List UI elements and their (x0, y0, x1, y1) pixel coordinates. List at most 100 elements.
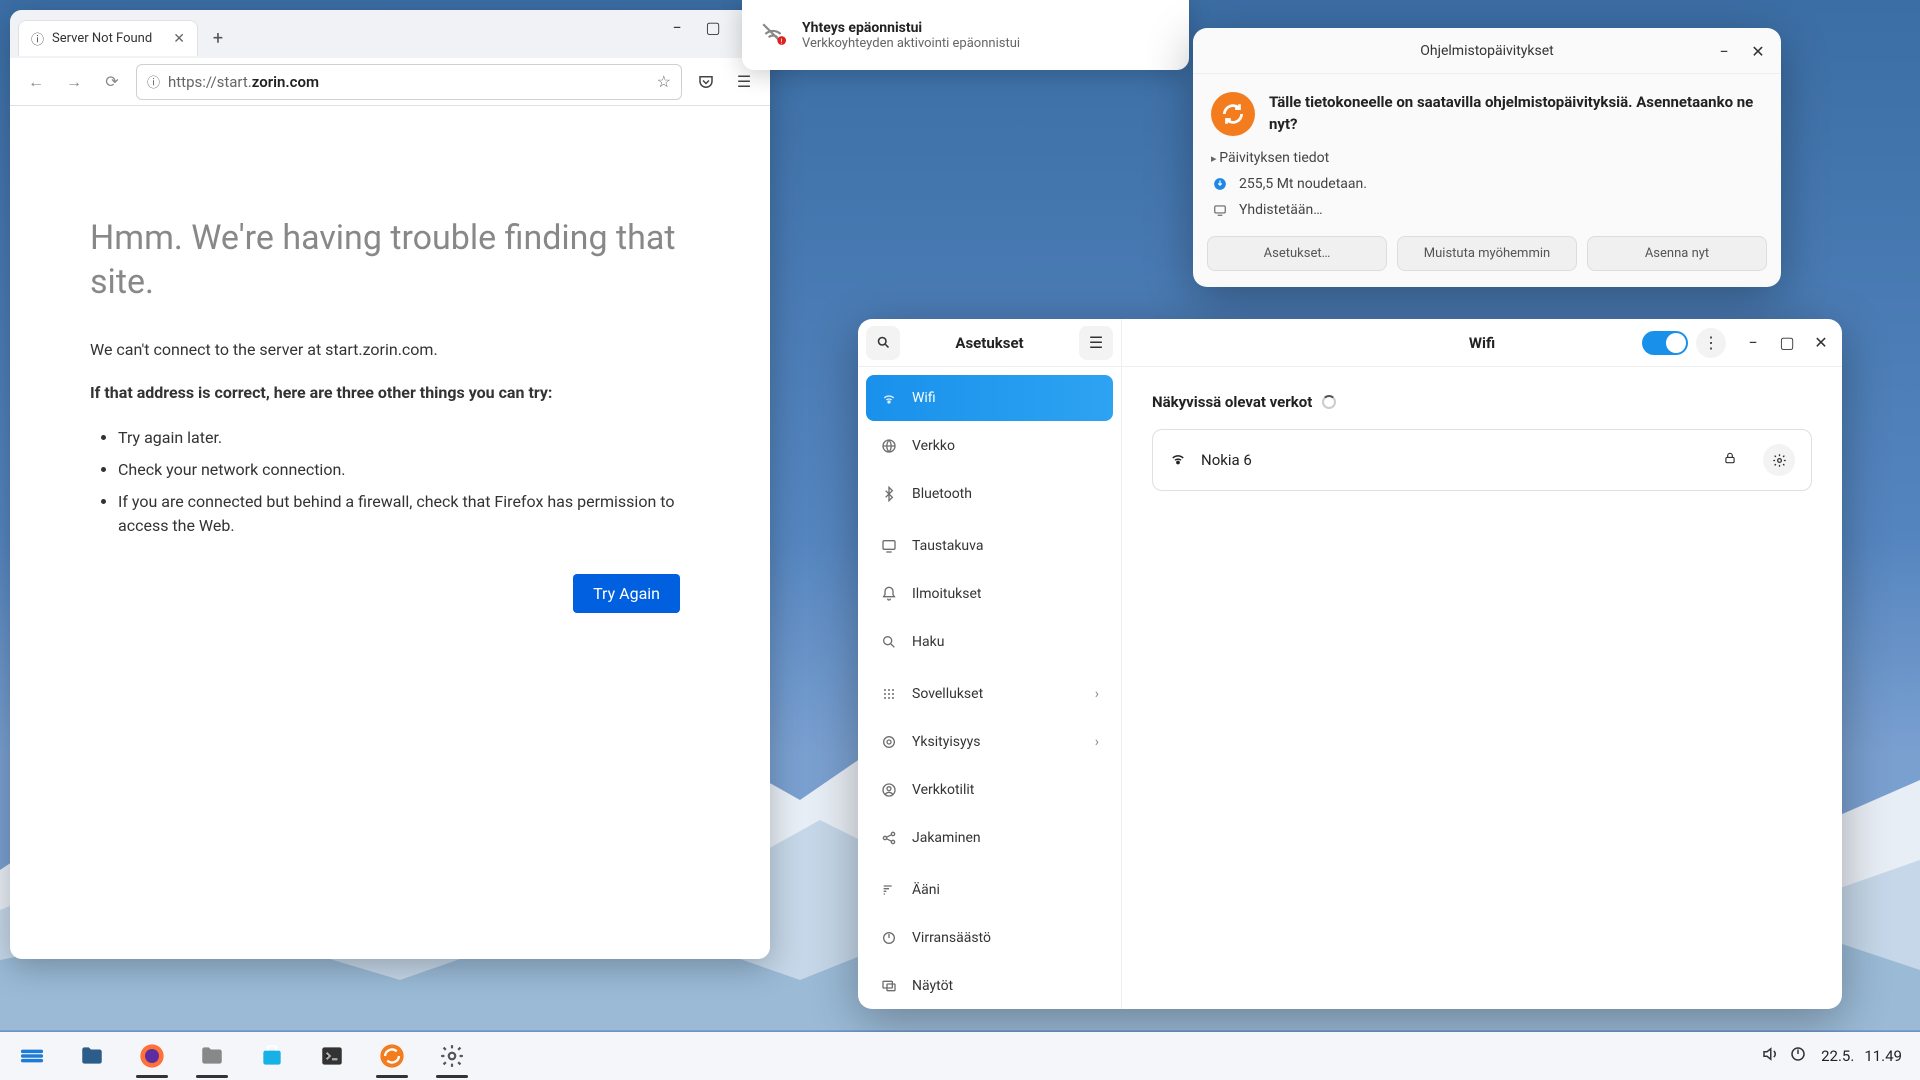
wifi-icon (880, 390, 898, 406)
wifi-toggle[interactable] (1642, 331, 1688, 355)
sound-icon (880, 882, 898, 898)
sidebar-item-bluetooth[interactable]: Bluetooth (866, 471, 1113, 517)
download-size: 255,5 Mt noudetaan. (1239, 176, 1367, 192)
close-tab-icon[interactable]: ✕ (173, 31, 185, 47)
settings-button[interactable]: Asetukset… (1207, 236, 1387, 271)
power-icon[interactable] (1789, 1045, 1807, 1067)
sidebar-item-label: Ilmoitukset (912, 586, 982, 602)
hamburger-icon[interactable]: ☰ (730, 72, 758, 91)
software-updates-dialog: Ohjelmistopäivitykset − ✕ Tälle tietokon… (1193, 28, 1781, 287)
visible-networks-label: Näkyvissä olevat verkot (1152, 393, 1312, 411)
back-icon[interactable]: ← (22, 68, 50, 96)
remind-later-button[interactable]: Muistuta myöhemmin (1397, 236, 1577, 271)
files-manager-icon[interactable] (190, 1034, 234, 1078)
bookmark-icon[interactable]: ☆ (657, 72, 671, 91)
sidebar-item-displays[interactable]: Näytöt (866, 963, 1113, 1009)
sidebar-item-label: Haku (912, 634, 944, 650)
pocket-icon[interactable] (692, 73, 720, 91)
search-icon (880, 634, 898, 650)
maximize-icon[interactable]: ▢ (702, 16, 724, 38)
minimize-icon[interactable]: − (666, 16, 688, 38)
network-item[interactable]: Nokia 6 (1153, 430, 1811, 490)
network-name: Nokia 6 (1201, 451, 1252, 469)
sidebar-item-label: Bluetooth (912, 486, 972, 502)
sidebar-item-sharing[interactable]: Jakaminen (866, 815, 1113, 861)
files-app-icon[interactable] (70, 1034, 114, 1078)
try-again-button[interactable]: Try Again (573, 574, 680, 613)
software-store-icon[interactable] (250, 1034, 294, 1078)
dialog-header: Ohjelmistopäivitykset − ✕ (1193, 28, 1781, 74)
sidebar-item-label: Yksityisyys (912, 734, 980, 750)
browser-window: ⓘ Server Not Found ✕ + − ▢ ✕ ← → ⟳ ⓘ htt… (10, 10, 770, 959)
address-bar[interactable]: ⓘ https://start.zorin.com ☆ (136, 64, 682, 100)
sidebar-item-label: Virransäästö (912, 930, 991, 946)
sidebar-item-wifi[interactable]: Wifi (866, 375, 1113, 421)
forward-icon[interactable]: → (60, 68, 88, 96)
sidebar-item-label: Verkkotilit (912, 782, 974, 798)
power-icon (880, 930, 898, 946)
sidebar-item-notifications[interactable]: Ilmoitukset (866, 571, 1113, 617)
date-text: 22.5. (1821, 1047, 1854, 1065)
sidebar-item-power[interactable]: Virransäästö (866, 915, 1113, 961)
sidebar-item-label: Ääni (912, 882, 940, 898)
settings-window: Asetukset ☰ Wifi Verkko Bluetooth Tausta… (858, 319, 1842, 1009)
new-tab-button[interactable]: + (204, 24, 232, 52)
firefox-app-icon[interactable] (130, 1034, 174, 1078)
error-heading: Hmm. We're having trouble finding that s… (90, 216, 690, 304)
sidebar-item-online-accounts[interactable]: Verkkotilit (866, 767, 1113, 813)
browser-tab[interactable]: ⓘ Server Not Found ✕ (18, 20, 198, 56)
connecting-text: Yhdistetään… (1239, 202, 1323, 218)
error-message: We can't connect to the server at start.… (90, 340, 690, 359)
sidebar-item-wallpaper[interactable]: Taustakuva (866, 523, 1113, 569)
sidebar-item-network[interactable]: Verkko (866, 423, 1113, 469)
maximize-icon[interactable]: ▢ (1776, 332, 1798, 354)
dialog-title: Ohjelmistopäivitykset (1420, 43, 1553, 59)
share-icon (880, 830, 898, 846)
chevron-right-icon: › (1095, 734, 1099, 750)
wifi-signal-icon (1169, 449, 1187, 471)
update-message: Tälle tietokoneelle on saatavilla ohjelm… (1269, 92, 1763, 136)
settings-sidebar: Asetukset ☰ Wifi Verkko Bluetooth Tausta… (858, 319, 1122, 1009)
sidebar-item-label: Näytöt (912, 978, 953, 994)
update-details-expander[interactable]: Päivityksen tiedot (1211, 150, 1763, 166)
sidebar-item-privacy[interactable]: Yksityisyys › (866, 719, 1113, 765)
content-title: Wifi (1469, 334, 1495, 352)
page-content: Hmm. We're having trouble finding that s… (10, 106, 770, 959)
terminal-app-icon[interactable] (310, 1034, 354, 1078)
bell-icon (880, 586, 898, 602)
search-button[interactable] (866, 326, 900, 360)
chevron-right-icon: › (1095, 686, 1099, 702)
software-updater-icon[interactable] (370, 1034, 414, 1078)
settings-content: Wifi ⋮ − ▢ ✕ Näkyvissä olevat verkot Nok… (1122, 319, 1842, 1009)
reload-icon[interactable]: ⟳ (98, 68, 126, 96)
kebab-menu-icon[interactable]: ⋮ (1696, 328, 1726, 358)
sidebar-item-sound[interactable]: Ääni (866, 867, 1113, 913)
globe-icon (880, 438, 898, 454)
browser-toolbar: ← → ⟳ ⓘ https://start.zorin.com ☆ ☰ (10, 58, 770, 106)
minimize-icon[interactable]: − (1742, 332, 1764, 354)
network-toast[interactable]: ! Yhteys epäonnistui Verkkoyhteyden akti… (742, 0, 1189, 70)
volume-icon[interactable] (1761, 1045, 1779, 1067)
sidebar-item-applications[interactable]: Sovellukset › (866, 671, 1113, 717)
minimize-icon[interactable]: − (1713, 40, 1735, 62)
settings-app-icon[interactable] (430, 1034, 474, 1078)
close-icon[interactable]: ✕ (1810, 332, 1832, 354)
install-now-button[interactable]: Asenna nyt (1587, 236, 1767, 271)
hamburger-button[interactable]: ☰ (1079, 326, 1113, 360)
start-menu-button[interactable] (10, 1034, 54, 1078)
sidebar-item-search[interactable]: Haku (866, 619, 1113, 665)
bullet-item: Try again later. (118, 426, 690, 450)
error-bullets: Try again later. Check your network conn… (90, 426, 690, 538)
clock[interactable]: 22.5. 11.49 (1821, 1047, 1910, 1065)
displays-icon (880, 978, 898, 994)
download-icon (1211, 177, 1229, 191)
sidebar-item-label: Taustakuva (912, 538, 983, 554)
tab-strip: ⓘ Server Not Found ✕ + − ▢ ✕ (10, 10, 770, 58)
update-icon (1211, 92, 1255, 136)
system-tray (1761, 1045, 1807, 1067)
sidebar-item-label: Verkko (912, 438, 955, 454)
bluetooth-icon (880, 486, 898, 502)
network-settings-button[interactable] (1763, 444, 1795, 476)
tab-title: Server Not Found (52, 31, 152, 46)
close-icon[interactable]: ✕ (1747, 40, 1769, 62)
